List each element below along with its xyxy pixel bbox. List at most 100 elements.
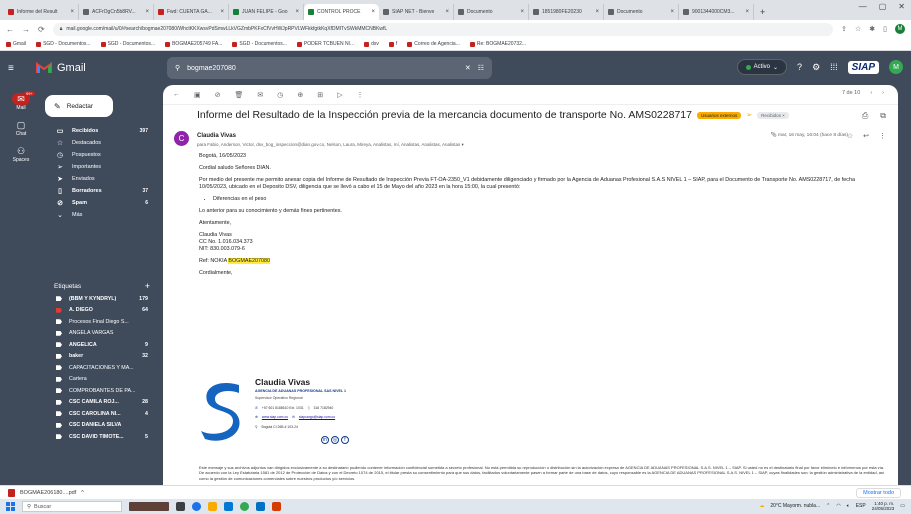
label-item[interactable]: baker 32 xyxy=(42,351,158,363)
star-icon[interactable]: ☆ xyxy=(847,132,853,140)
instagram-icon[interactable]: ◎ xyxy=(331,436,339,444)
search-options-icon[interactable]: ☷ xyxy=(478,64,484,72)
add-task-icon[interactable]: ⊕ xyxy=(297,91,303,99)
volume-icon[interactable]: 🔈︎ xyxy=(847,503,850,509)
label-item[interactable]: CAPACITACIONES Y MA... xyxy=(42,362,158,374)
browser-tab[interactable]: Documento × xyxy=(454,4,529,20)
label-chip-inbox[interactable]: Recibidos × xyxy=(757,111,789,119)
share-icon[interactable]: ⇪ xyxy=(841,25,847,33)
close-tab-icon[interactable]: × xyxy=(595,9,599,15)
close-icon[interactable]: ✕ xyxy=(898,2,905,11)
bookmark-item[interactable]: BOGMAE205749 FA... xyxy=(165,41,222,47)
close-tab-icon[interactable]: × xyxy=(220,9,224,15)
label-item[interactable]: CSC CAROLINA NI... 4 xyxy=(42,408,158,420)
browser-tab[interactable]: CONTROL PROCE × xyxy=(304,4,379,20)
file-explorer-icon[interactable] xyxy=(208,502,217,511)
label-item[interactable]: Procesos Final Diego S... xyxy=(42,316,158,328)
bookmark-item[interactable]: Re: BOGMAE20732... xyxy=(469,41,526,47)
move-to-icon[interactable]: ⊞ xyxy=(317,91,323,99)
download-filename[interactable]: BOGMAE206180....pdf xyxy=(20,490,76,496)
weather-text[interactable]: 20°C Mayorm. nubla... xyxy=(770,503,820,509)
chrome-icon[interactable] xyxy=(240,502,249,511)
sidebar-icon[interactable]: ▯ xyxy=(883,25,887,33)
linkedin-icon[interactable]: in xyxy=(321,436,329,444)
open-new-window-icon[interactable]: ⧉ xyxy=(880,111,886,121)
folder-borradores[interactable]: ▯ Borradores 37 xyxy=(42,185,158,197)
more-vert-icon[interactable]: ⋮ xyxy=(357,91,364,99)
folder-más[interactable]: ⌄ Más xyxy=(42,209,158,221)
browser-tab[interactable]: 9001344000CM3... × xyxy=(679,4,754,20)
office-icon[interactable] xyxy=(272,502,281,511)
search-input[interactable] xyxy=(187,64,458,72)
browser-tab[interactable]: 1851980FE20230 × xyxy=(529,4,604,20)
bookmark-item[interactable]: SGD - Documentos... xyxy=(100,41,155,47)
close-tab-icon[interactable]: × xyxy=(445,9,449,15)
close-tab-icon[interactable]: × xyxy=(145,9,149,15)
close-tab-icon[interactable]: × xyxy=(371,9,375,15)
label-item[interactable]: COMPROBANTES DE PA... xyxy=(42,385,158,397)
taskbar-search[interactable]: ⚲ Buscar xyxy=(22,501,122,512)
sender-avatar[interactable]: C xyxy=(174,131,189,146)
task-view-icon[interactable] xyxy=(176,502,185,511)
bookmark-item[interactable]: dsv xyxy=(364,41,379,47)
help-icon[interactable]: ? xyxy=(797,62,802,72)
apps-grid-icon[interactable]: ⁞⁞⁞ xyxy=(830,62,838,72)
label-item[interactable]: CSC DANIELA SILVA xyxy=(42,420,158,432)
outlook-icon[interactable] xyxy=(256,502,265,511)
delete-icon[interactable]: 🗑︎ xyxy=(235,91,244,99)
clock[interactable]: 1:40 p. m. 24/05/2023 xyxy=(872,501,895,511)
snooze-icon[interactable]: ◷ xyxy=(277,91,283,99)
forward-icon[interactable]: → xyxy=(22,25,30,34)
folder-destacados[interactable]: ☆ Destacados xyxy=(42,137,158,149)
compose-button[interactable]: ✎ Redactar xyxy=(45,95,113,117)
folder-spam[interactable]: ⊘ Spam 6 xyxy=(42,197,158,209)
notifications-icon[interactable]: ▭ xyxy=(900,503,905,509)
label-item[interactable]: ANGELICA 9 xyxy=(42,339,158,351)
bookmark-item[interactable]: Gmail xyxy=(6,41,26,47)
label-item[interactable]: A. DIEGO 64 xyxy=(42,305,158,317)
archive-icon[interactable]: ▣ xyxy=(194,91,201,99)
bookmark-item[interactable]: Correo de Agencia... xyxy=(407,41,460,47)
browser-tab[interactable]: Fwd: CUENTA GA... × xyxy=(154,4,229,20)
account-avatar[interactable]: M xyxy=(889,60,903,74)
profile-avatar[interactable]: M xyxy=(895,24,905,34)
close-tab-icon[interactable]: × xyxy=(670,9,674,15)
print-icon[interactable]: ⎙ xyxy=(862,111,868,121)
settings-gear-icon[interactable]: ⚙ xyxy=(812,62,820,73)
status-selector[interactable]: Activo ⌄ xyxy=(736,59,788,75)
more-vert-icon[interactable]: ⋮ xyxy=(879,132,886,140)
close-tab-icon[interactable]: × xyxy=(745,9,749,15)
back-arrow-icon[interactable]: ← xyxy=(173,91,180,98)
windows-start-icon[interactable] xyxy=(6,502,15,511)
important-marker-icon[interactable]: ➢ xyxy=(746,111,752,119)
prev-icon[interactable]: ‹ xyxy=(870,90,872,96)
bookmark-item[interactable]: PODER TCBUEN NI... xyxy=(296,41,354,47)
store-icon[interactable] xyxy=(224,502,233,511)
recipients[interactable]: para Fabio, Anderson, Victor, dsv_bog_in… xyxy=(197,142,464,148)
edge-browser-icon[interactable] xyxy=(192,502,201,511)
bookmark-item[interactable]: SGD - Documentos... xyxy=(232,41,287,47)
extensions-icon[interactable]: ✱ xyxy=(869,25,875,33)
browser-tab[interactable]: JUAN FELIPE - Goo × xyxy=(229,4,304,20)
signature-email-link[interactable]: siapcargo@siap.com.co xyxy=(299,415,335,419)
search-bar[interactable]: ⚲ ✕ ☷ xyxy=(167,57,492,79)
rail-mail[interactable]: ✉ Mail xyxy=(0,93,42,111)
browser-tab[interactable]: Documento × xyxy=(604,4,679,20)
rail-spaces[interactable]: ⚇ Spaces xyxy=(0,145,42,164)
close-tab-icon[interactable]: × xyxy=(295,9,299,15)
rail-chat[interactable]: ▢ Chat xyxy=(0,119,42,138)
show-all-downloads-button[interactable]: Mostrar todo xyxy=(856,488,901,498)
chevron-up-icon[interactable]: ^ xyxy=(81,490,84,496)
browser-tab[interactable]: SIAP NET - Bienve × xyxy=(379,4,454,20)
new-tab-button[interactable]: + xyxy=(754,4,771,20)
facebook-icon[interactable]: f xyxy=(341,436,349,444)
minimize-icon[interactable]: — xyxy=(859,2,867,11)
add-label-button[interactable]: + xyxy=(145,281,150,291)
back-icon[interactable]: ← xyxy=(6,25,14,34)
signature-web-link[interactable]: www.siap.com.co xyxy=(262,415,288,419)
language-indicator[interactable]: ESP xyxy=(856,503,866,509)
bookmark-item[interactable]: f xyxy=(388,41,397,47)
menu-icon[interactable]: ≡ xyxy=(8,63,28,74)
mark-unread-icon[interactable]: ✉ xyxy=(257,91,263,99)
close-tab-icon[interactable]: × xyxy=(70,9,74,15)
